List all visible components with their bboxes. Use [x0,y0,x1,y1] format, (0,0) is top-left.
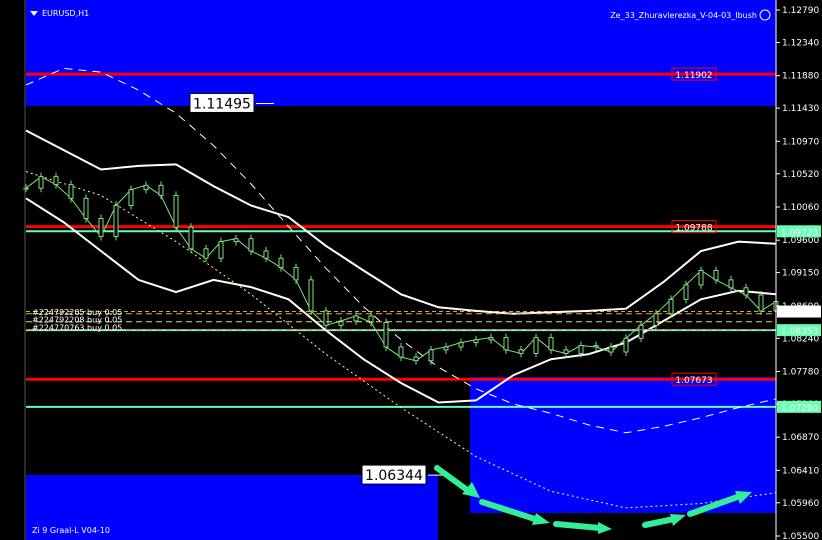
candle-body [563,349,569,354]
price-line [25,176,777,362]
y-tick-label: 1.07780 [782,367,819,377]
candle-body [53,176,59,186]
candle-body [68,184,74,199]
candle-body [188,226,194,250]
candle-body [128,189,134,207]
mid-blue-zone [470,377,776,513]
y-tick-label: 1.09150 [782,269,819,279]
value-box-label: 1.11495 [193,96,251,112]
level-tag-label: 1.11902 [675,71,712,81]
axis-price-label: 1.08353 [781,327,818,337]
candle-body [533,337,539,354]
green-arrow-icon [642,514,686,528]
y-tick-label: 1.10060 [782,203,819,213]
candle-body [743,287,749,296]
value-box-layer: 1.11495 1.06344 [189,92,446,485]
y-tick-label: 1.06870 [782,433,819,443]
y-tick-label: 1.10970 [782,137,819,147]
level-tag-label: 1.09788 [675,224,712,234]
candle-body [503,337,509,351]
chart-window: #224792205 buy 0.05 #224792208 buy 0.05 #2… [0,0,822,540]
candle-body [458,342,464,348]
candle-body [248,238,254,252]
candle-body [233,238,239,243]
indicator-title: Ze_33_Zhuravlerezka_V-04-03_Ibush [610,11,757,20]
candle-body [668,298,674,315]
candle-body [518,349,524,354]
order-label: #224770763 buy 0.05 [32,324,122,333]
green-arrow-icon [553,521,612,534]
candle-body [428,349,434,362]
candle-body [278,257,284,269]
candle-body [398,346,404,358]
current-price-label: 1.08611 [781,309,818,319]
axis-price-label: 1.07290 [781,404,818,414]
candle-body [623,337,629,353]
band-lower-line [25,197,777,404]
value-box-label: 1.06344 [365,468,423,484]
candle-body [713,269,719,281]
candle-body [38,176,44,189]
y-tick-label: 1.10520 [782,170,819,180]
candle-body [383,321,389,348]
candle-body [143,184,149,191]
zone-layer [26,0,776,540]
candle-body [293,267,299,281]
y-tick-label: 1.05960 [782,499,819,509]
symbol-label: EURUSD,H1 [42,9,89,18]
price-chart[interactable]: #224792205 buy 0.05#224792208 buy 0.05#2… [0,0,822,540]
y-tick-label: 1.06410 [782,466,819,476]
candle-body [158,184,164,196]
axis-price-label: 1.09723 [781,228,818,238]
candle-body [608,346,614,353]
footer-label: Zi 9 Graal-L V04-10 [32,526,110,535]
candle-body [473,339,479,344]
y-tick-label: 1.12790 [782,6,819,16]
y-tick-label: 1.12340 [782,38,819,48]
y-tick-label: 1.05500 [782,532,819,540]
y-tick-label: 1.11430 [782,104,819,114]
candle-body [98,218,104,238]
candle-body [488,337,494,341]
candle-body [698,269,704,286]
candle-body [683,284,689,300]
candle-body [638,324,644,339]
candle-body [758,294,764,312]
candle-layer [23,172,779,365]
band-upper-line [25,129,777,315]
level-tag-label: 1.07673 [675,376,712,386]
candle-body [218,241,224,259]
candle-body [323,310,329,326]
candle-body [578,345,584,354]
y-tick-layer: 1.12790 1.12340 1.11880 1.11430 1.10970 1.105… [776,6,819,540]
candle-body [593,345,599,348]
candle-body [413,356,419,362]
candle-body [263,250,269,259]
candle-body [83,197,89,220]
candle-body [173,194,179,228]
candle-body [308,279,314,312]
candle-body [728,279,734,289]
candle-body [203,248,209,259]
candle-body [548,337,554,351]
candle-body [443,346,449,351]
y-tick-label: 1.11880 [782,72,819,82]
candle-body [653,313,659,326]
candle-body [353,315,359,322]
candle-body [113,205,119,238]
